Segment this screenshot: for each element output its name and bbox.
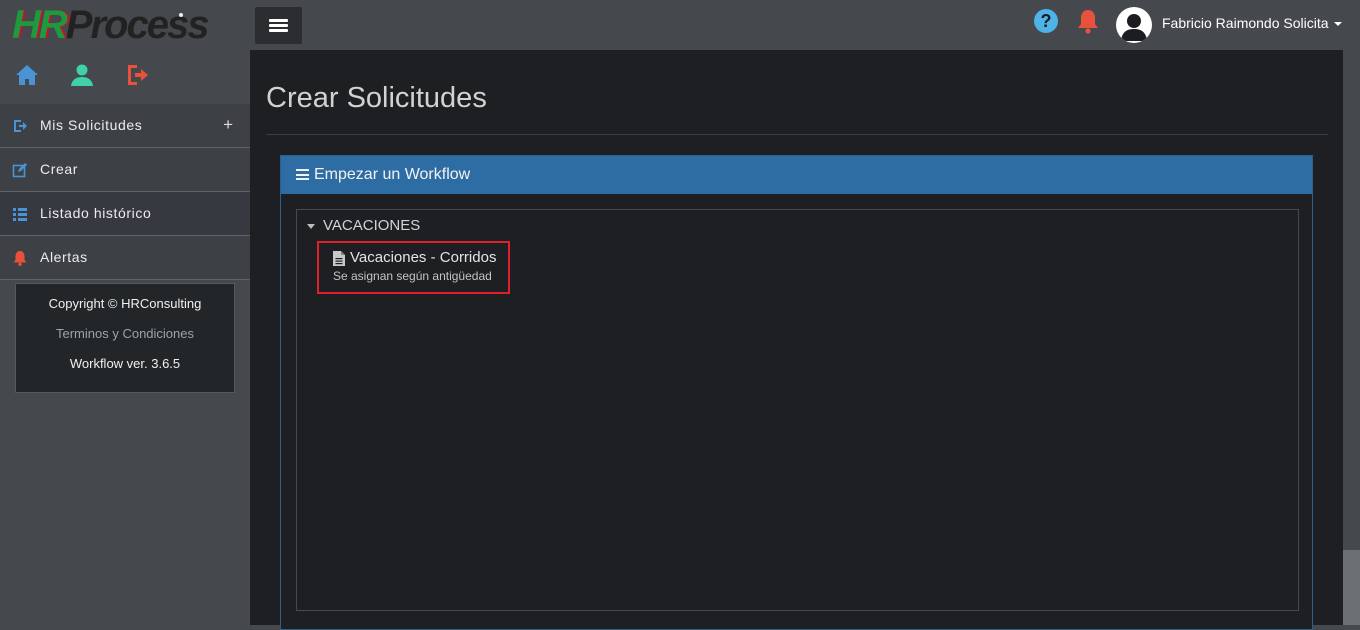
tree-group-vacaciones[interactable]: VACACIONES — [307, 217, 420, 234]
user-avatar-icon[interactable] — [1116, 7, 1152, 43]
workflow-item-title: Vacaciones - Corridos — [350, 249, 497, 266]
bell-icon — [13, 251, 27, 266]
home-icon[interactable] — [14, 62, 40, 88]
collapse-triangle-icon — [307, 223, 315, 229]
logout-icon[interactable] — [124, 62, 150, 88]
workflow-item-subtitle: Se asignan según antigüedad — [333, 269, 492, 283]
sidebar-item-mis-solicitudes[interactable]: Mis Solicitudes + — [0, 104, 250, 148]
user-icon[interactable] — [69, 62, 95, 88]
user-menu[interactable]: Fabricio Raimondo Solicita — [1162, 15, 1342, 31]
quick-icons — [0, 50, 250, 104]
sidebar-item-alertas[interactable]: Alertas — [0, 236, 250, 280]
help-icon[interactable]: ? — [1034, 9, 1058, 33]
title-divider — [266, 134, 1328, 135]
bell-icon[interactable] — [1077, 8, 1099, 34]
sidebar: Mis Solicitudes + Crear Listado históric… — [0, 50, 250, 625]
logo-dot — [179, 13, 183, 17]
menu-icon — [269, 19, 288, 22]
bars-icon — [296, 169, 309, 180]
panel-header: Empezar un Workflow — [281, 156, 1312, 194]
sidebar-item-label: Crear — [40, 161, 79, 177]
hrprocess-logo[interactable]: HRProcess — [12, 2, 240, 48]
menu-toggle-button[interactable] — [255, 7, 302, 44]
copyright-text: Copyright © HRConsulting — [48, 296, 202, 311]
sidebar-item-label: Alertas — [40, 249, 88, 265]
edit-icon — [12, 163, 27, 178]
tree-group-label: VACACIONES — [323, 217, 421, 234]
sidebar-item-label: Listado histórico — [40, 205, 152, 221]
page-title: Crear Solicitudes — [266, 82, 487, 114]
logo-hr-text: HR — [12, 3, 68, 47]
menu-icon-bar — [269, 24, 288, 27]
list-icon — [13, 208, 27, 221]
user-name: Fabricio Raimondo Solicita — [1162, 15, 1329, 31]
version-text: Workflow ver. 3.6.5 — [69, 356, 181, 371]
terms-link[interactable]: Terminos y Condiciones — [16, 326, 234, 341]
menu-icon-bar — [269, 29, 288, 32]
sign-out-icon — [14, 120, 27, 132]
sidebar-item-listado-historico[interactable]: Listado histórico — [0, 192, 250, 236]
panel-title: Empezar un Workflow — [314, 166, 471, 183]
workflow-item-vacaciones-corridos[interactable]: Vacaciones - Corridos Se asignan según a… — [317, 241, 510, 294]
document-icon — [333, 251, 345, 266]
sidebar-item-crear[interactable]: Crear — [0, 148, 250, 192]
page-scrollbar[interactable] — [1343, 50, 1360, 625]
scrollbar-thumb[interactable] — [1343, 550, 1360, 625]
expand-plus-icon[interactable]: + — [223, 115, 233, 135]
main-content: Crear Solicitudes Empezar un Workflow VA… — [250, 50, 1343, 630]
top-bar: HRProcess ? Fabricio Raimondo Solicita — [0, 0, 1360, 50]
sidebar-footer: Copyright © HRConsulting Terminos y Cond… — [15, 283, 235, 393]
caret-down-icon — [1333, 22, 1342, 27]
workflow-panel: Empezar un Workflow VACACIONES Vacacione… — [280, 155, 1313, 630]
workflow-tree: VACACIONES Vacaciones - Corridos Se asig… — [296, 209, 1299, 611]
logo-process-text: Process — [65, 3, 210, 47]
sidebar-item-label: Mis Solicitudes — [40, 117, 143, 133]
